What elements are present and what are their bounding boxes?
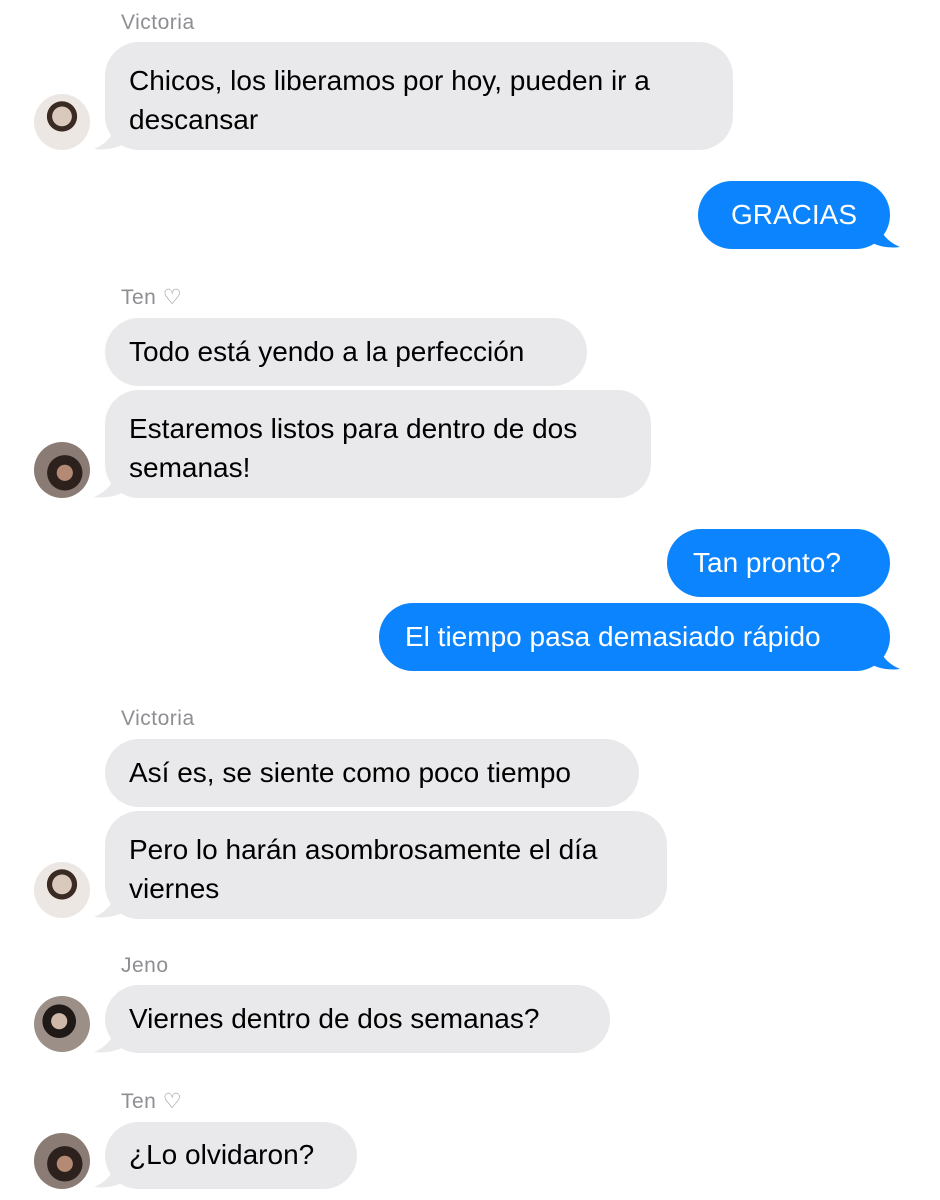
message-bubble[interactable]: GRACIAS <box>698 181 890 249</box>
message-bubble[interactable]: Pero lo harán asombrosamente el día vier… <box>105 811 667 919</box>
message-bubble[interactable]: Así es, se siente como poco tiempo <box>105 739 639 807</box>
message-bubble[interactable]: Tan pronto? <box>667 529 890 597</box>
sender-name: Victoria <box>121 11 195 34</box>
sender-name: Ten ♡ <box>121 1090 183 1113</box>
sender-name: Jeno <box>121 954 169 977</box>
jeno-avatar[interactable] <box>34 996 90 1052</box>
message-bubble[interactable]: El tiempo pasa demasiado rápido <box>379 603 890 671</box>
message-bubble[interactable]: Chicos, los liberamos por hoy, pueden ir… <box>105 42 733 150</box>
message-bubble[interactable]: Todo está yendo a la perfección <box>105 318 587 386</box>
message-bubble[interactable]: ¿Lo olvidaron? <box>105 1122 357 1189</box>
victoria-avatar[interactable] <box>34 94 90 150</box>
sender-name: Victoria <box>121 707 195 730</box>
message-bubble[interactable]: Viernes dentro de dos semanas? <box>105 985 610 1053</box>
sender-name: Ten ♡ <box>121 286 183 309</box>
victoria-avatar[interactable] <box>34 862 90 918</box>
message-bubble[interactable]: Estaremos listos para dentro de dos sema… <box>105 390 651 498</box>
ten-avatar[interactable] <box>34 442 90 498</box>
ten-avatar[interactable] <box>34 1133 90 1189</box>
